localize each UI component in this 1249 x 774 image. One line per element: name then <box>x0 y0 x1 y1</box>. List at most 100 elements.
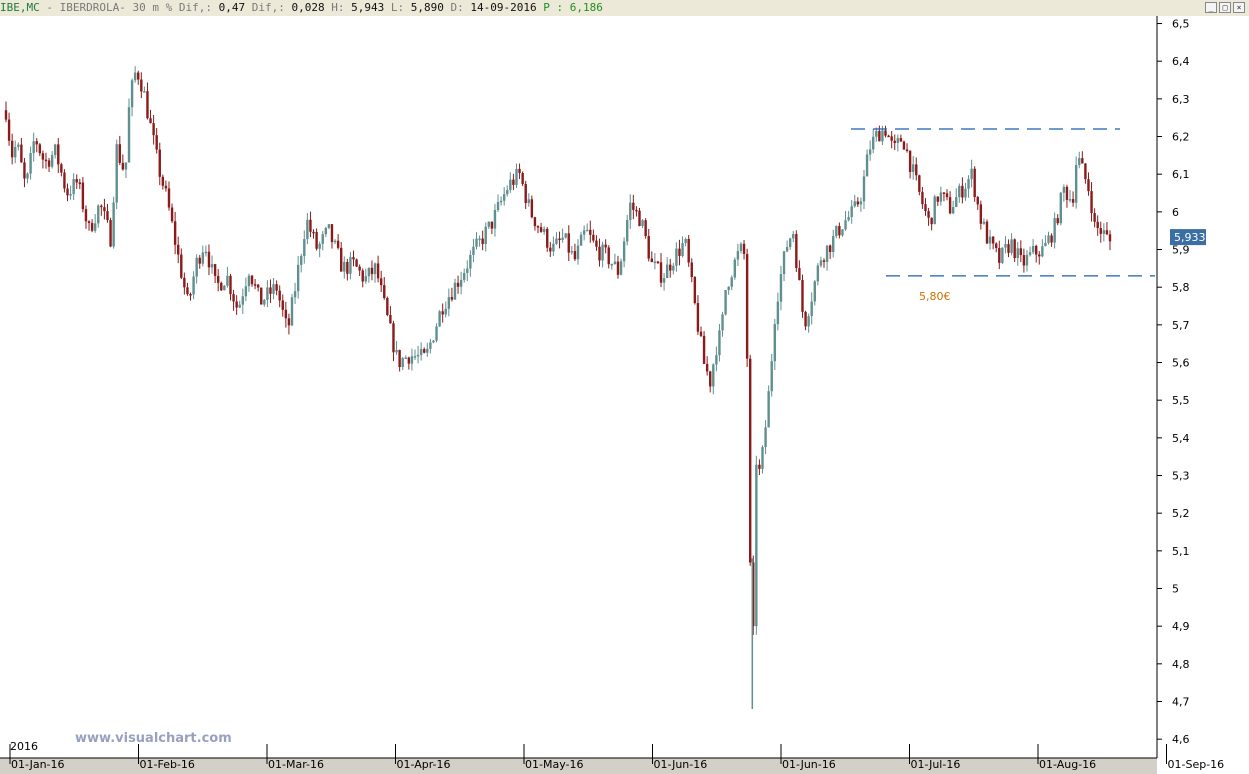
candle-body <box>951 206 955 214</box>
candle-body <box>841 229 844 236</box>
candle-body <box>210 264 214 268</box>
candle-body <box>788 238 792 248</box>
candle-body <box>213 264 217 276</box>
candle-body <box>1090 191 1093 214</box>
candle-body <box>1028 252 1032 255</box>
x-tick-label: 01-Mar-16 <box>268 758 324 771</box>
candle-body <box>795 234 798 269</box>
candle-body <box>300 256 303 265</box>
candle-body <box>927 211 930 218</box>
candle-body <box>235 301 238 308</box>
chart-header-bar: IBE,MC - IBERDROLA- 30 m % Dif,: 0,47 Di… <box>0 0 1249 17</box>
candle-body <box>970 168 973 180</box>
candle-body <box>924 204 927 212</box>
candle-body <box>635 209 638 212</box>
candle-body <box>644 220 647 237</box>
candle-body <box>130 80 134 108</box>
candle-body <box>441 311 444 315</box>
y-tick-label: 6,1 <box>1172 168 1190 181</box>
candle-body <box>945 193 949 198</box>
candle-body <box>256 284 260 288</box>
candle-body <box>801 279 804 312</box>
candle-body <box>1084 163 1087 180</box>
price-chart[interactable]: 6,5 6,4 6,3 6,2 6,1 6 5,9 5,8 5,7 5,6 5,5 5,4 5,3 5,2… <box>0 16 1249 774</box>
candle-body <box>693 277 697 304</box>
y-axis-panel <box>1157 16 1249 774</box>
candle-body <box>395 349 398 353</box>
candle-body <box>358 266 361 271</box>
y-tick-label: 4,8 <box>1172 658 1190 671</box>
plot-area <box>0 16 1157 758</box>
candle-body <box>47 160 51 167</box>
candle-body <box>573 251 577 260</box>
x-tick-label: 01-May-16 <box>525 758 583 771</box>
candle-body <box>625 220 629 242</box>
candle-body <box>911 164 915 172</box>
minimize-button[interactable]: _ <box>1205 2 1217 13</box>
candle-body <box>426 348 429 353</box>
candle-body <box>1056 218 1059 224</box>
candle-body <box>226 275 229 286</box>
candle-body <box>730 277 733 287</box>
candle-body <box>478 238 481 241</box>
candle-body <box>936 196 939 202</box>
maximize-button[interactable]: □ <box>1219 2 1231 13</box>
candle-body <box>659 262 663 283</box>
candle-body <box>1016 248 1019 259</box>
candle-body <box>10 140 14 158</box>
candle-body <box>1013 239 1016 259</box>
candle-body <box>4 110 8 120</box>
candle-body <box>822 260 826 262</box>
candle-body <box>592 234 595 241</box>
candle-body <box>35 141 38 145</box>
candle-body <box>1007 244 1010 253</box>
candle-body <box>533 217 537 227</box>
candle-body <box>988 236 992 244</box>
close-button[interactable]: × <box>1233 2 1245 13</box>
candle-body <box>407 357 411 364</box>
candle-body <box>1044 242 1047 247</box>
candle-body <box>398 349 401 368</box>
candle-body <box>665 264 669 279</box>
candle-body <box>613 261 617 264</box>
year-label: 2016 <box>10 740 38 753</box>
candle-body <box>1038 254 1041 257</box>
candle-body <box>66 188 69 196</box>
timeframe: - 30 m % <box>119 1 173 14</box>
candle-body <box>955 197 958 207</box>
candle-body <box>177 244 180 255</box>
candle-body <box>223 285 226 291</box>
candle-body <box>939 192 943 202</box>
candle-body <box>832 236 835 253</box>
candle-body <box>164 185 168 189</box>
last-price-value: 5,933 <box>1174 231 1206 244</box>
candle-body <box>103 207 106 212</box>
candle-body <box>75 179 78 183</box>
candle-body <box>14 146 17 158</box>
candle-body <box>459 279 463 287</box>
candle-body <box>699 331 703 336</box>
candle-body <box>389 315 392 324</box>
y-tick-label: 5 <box>1172 583 1179 596</box>
candle-body <box>429 342 432 349</box>
candle-body <box>475 238 478 247</box>
candle-body <box>370 267 374 275</box>
candle-body <box>1074 165 1078 203</box>
candle-body <box>50 155 54 167</box>
candle-body <box>173 221 177 245</box>
candle-body <box>856 201 860 205</box>
candle-body <box>309 219 312 232</box>
candle-body <box>90 223 94 231</box>
candle-body <box>539 227 543 232</box>
candle-body <box>386 297 389 316</box>
y-tick-label: 5,4 <box>1172 432 1190 445</box>
candle-body <box>158 149 161 177</box>
low-value: 5,890 <box>404 1 444 14</box>
candle-body <box>195 257 198 277</box>
candle-body <box>260 287 263 305</box>
candle-body <box>629 202 632 221</box>
support-label: 5,80€ <box>919 290 951 303</box>
candle-body <box>718 330 721 356</box>
candle-body <box>653 261 657 264</box>
candle-body <box>982 221 986 224</box>
